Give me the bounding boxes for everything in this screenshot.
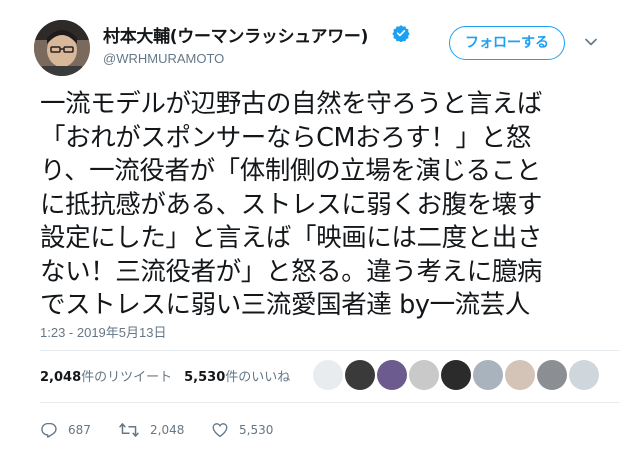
like-button[interactable]: 5,530 (211, 418, 273, 442)
author-avatar[interactable] (34, 20, 90, 76)
heart-icon (212, 423, 228, 438)
liker-avatar[interactable] (537, 360, 567, 390)
tweet-line: り、一流役者が「体制側の立場を演じること (40, 156, 541, 186)
tweet-line: 設定にした」と言えば「映画には二度と出さ (40, 223, 543, 253)
like-stat-count: 5,530 (184, 370, 226, 385)
liker-avatar[interactable] (409, 360, 439, 390)
tweet-line: 「おれがスポンサーならCMおろす！」と怒 (40, 122, 531, 153)
liker-avatars (313, 360, 603, 390)
liker-avatar[interactable] (569, 360, 599, 390)
chevron-down-icon[interactable] (585, 38, 597, 46)
reply-count: 687 (68, 423, 91, 437)
like-stat[interactable]: 5,530件のいいね (184, 370, 290, 385)
engagement-stats: 2,048件のリツイート 5,530件のいいね (40, 366, 290, 385)
liker-avatar[interactable] (345, 360, 375, 390)
retweet-icon (119, 423, 139, 437)
tweet-line: でストレスに弱い三流愛国者達 by一流芸人 (40, 290, 530, 320)
divider (40, 402, 620, 403)
liker-avatar[interactable] (313, 360, 343, 390)
liker-avatar[interactable] (441, 360, 471, 390)
follow-button[interactable]: フォローする (449, 26, 565, 60)
retweet-count: 2,048 (150, 423, 185, 437)
verified-badge-icon (392, 25, 410, 42)
tweet-line: に抵抗感がある、ストレスに弱くお腹を壊す (40, 189, 543, 220)
like-count: 5,530 (239, 423, 274, 437)
retweet-stat-label: 件のリツイート (81, 370, 173, 385)
tweet-text: 一流モデルが辺野古の自然を守ろうと言えば 「おれがスポンサーならCMおろす！」と… (40, 88, 620, 323)
retweet-stat[interactable]: 2,048件のリツイート (40, 370, 172, 385)
avatar-photo (34, 20, 90, 76)
divider (40, 350, 620, 351)
tweet-line: 一流モデルが辺野古の自然を守ろうと言えば (40, 89, 543, 119)
retweet-stat-count: 2,048 (40, 370, 82, 385)
liker-avatar[interactable] (505, 360, 535, 390)
reply-icon (41, 422, 57, 438)
liker-avatar[interactable] (473, 360, 503, 390)
author-display-name[interactable]: 村本大輔(ウーマンラッシュアワー) (103, 22, 368, 47)
liker-avatar[interactable] (377, 360, 407, 390)
retweet-button[interactable]: 2,048 (118, 418, 184, 442)
tweet-timestamp[interactable]: 1:23 - 2019年5月13日 (40, 322, 166, 341)
author-handle[interactable]: @WRHMURAMOTO (103, 51, 224, 66)
tweet-line: ない！三流役者が」と怒る。違う考えに臆病 (40, 256, 543, 287)
like-stat-label: 件のいいね (225, 370, 291, 385)
reply-button[interactable]: 687 (40, 418, 91, 442)
